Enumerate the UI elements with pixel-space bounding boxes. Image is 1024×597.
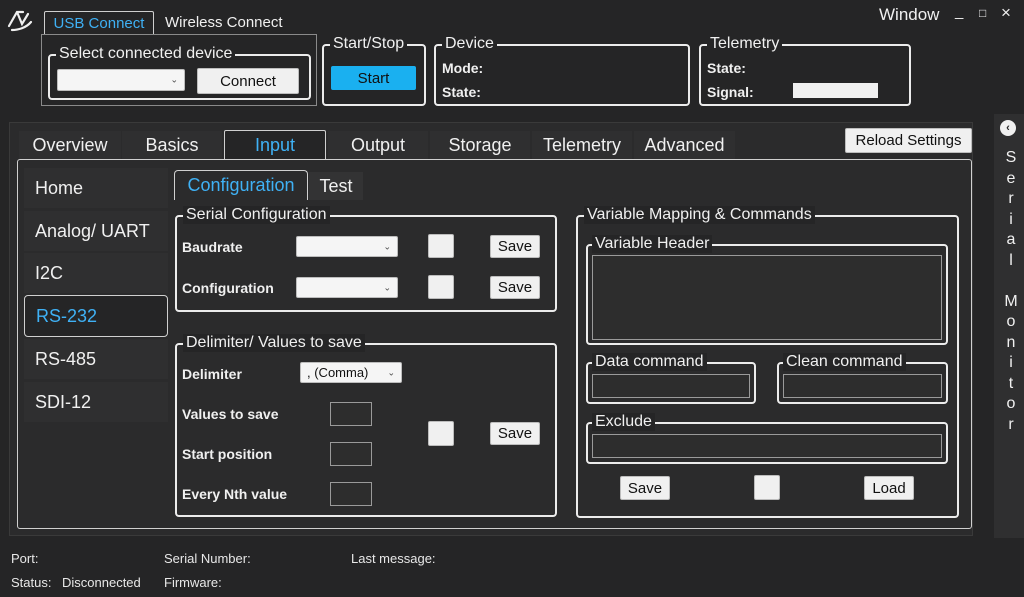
port-label: Port: [11,551,39,566]
tab-overview[interactable]: Overview [19,131,121,159]
configuration-label: Configuration [182,280,274,296]
start-button[interactable]: Start [331,66,416,90]
sidebar-item-home[interactable]: Home [24,168,168,208]
delimiter-select-value: , (Comma) [307,365,369,380]
tab-output[interactable]: Output [328,131,428,159]
variable-header-legend: Variable Header [592,235,713,253]
status-value: Disconnected [62,575,141,590]
start-position-label: Start position [182,446,273,462]
last-message-label: Last message: [351,551,436,566]
device-select[interactable]: ⌄ [57,69,185,91]
tab-configuration[interactable]: Configuration [174,170,308,200]
tab-usb-connect[interactable]: USB Connect [44,11,154,35]
telemetry-signal-label: Signal: [707,84,754,100]
data-command-legend: Data command [592,353,707,371]
serial-number-label: Serial Number: [164,551,251,566]
device-state-label: State: [442,84,481,100]
chevron-down-icon: ⌄ [170,74,178,85]
values-to-save-label: Values to save [182,406,279,422]
clean-command-legend: Clean command [783,353,906,371]
sidebar-item-rs232[interactable]: RS-232 [24,295,168,337]
app-logo-icon [7,10,33,32]
serial-monitor-letter: i [1009,354,1013,371]
delimiter-save-button[interactable]: Save [490,422,540,445]
mapping-indicator [754,475,780,500]
sidebar-item-i2c[interactable]: I2C [24,253,168,293]
serial-config-legend: Serial Configuration [183,206,330,224]
connect-button[interactable]: Connect [197,68,299,94]
configuration-select[interactable]: ⌄ [296,277,398,298]
delimiter-legend: Delimiter/ Values to save [183,334,365,352]
variable-header-input[interactable] [592,255,942,340]
serial-monitor-letter: a [1006,231,1016,248]
serial-monitor-letter: r [1008,190,1014,207]
tab-input[interactable]: Input [224,130,326,160]
maximize-button[interactable]: □ [979,6,986,20]
delimiter-select[interactable]: , (Comma) ⌄ [300,362,402,383]
serial-monitor-letter: n [1006,333,1016,351]
tab-telemetry[interactable]: Telemetry [532,131,632,159]
sidebar-item-sdi12[interactable]: SDI-12 [24,382,168,422]
telemetry-legend: Telemetry [707,35,783,53]
device-legend: Device [442,35,497,53]
signal-bar [793,83,878,98]
baudrate-save-button[interactable]: Save [490,235,540,258]
firmware-label: Firmware: [164,575,222,590]
baudrate-select[interactable]: ⌄ [296,236,398,257]
serial-monitor-letter: r [1008,415,1014,433]
telemetry-state-label: State: [707,60,746,76]
exclude-input[interactable] [592,434,942,458]
tab-wireless-connect[interactable]: Wireless Connect [165,14,283,31]
data-command-input[interactable] [592,374,750,398]
window-title: Window [879,5,940,24]
baudrate-indicator [428,234,454,258]
clean-command-input[interactable] [783,374,942,398]
delimiter-label: Delimiter [182,366,242,382]
reload-settings-button[interactable]: Reload Settings [845,128,972,153]
serial-monitor-letter: o [1006,313,1016,330]
status-label: Status: [11,575,52,590]
serial-monitor-letter: S [1005,149,1017,166]
every-nth-value-label: Every Nth value [182,486,288,502]
configuration-save-button[interactable]: Save [490,276,540,299]
serial-monitor-letter: e [1006,169,1016,187]
exclude-legend: Exclude [592,413,655,431]
tab-storage[interactable]: Storage [430,131,530,159]
configuration-indicator [428,275,454,299]
tab-basics[interactable]: Basics [122,131,222,159]
mapping-save-button[interactable]: Save [620,476,670,500]
sidebar-item-rs485[interactable]: RS-485 [24,339,168,379]
serial-monitor-letter: l [1009,251,1013,269]
start-position-input[interactable] [330,442,372,466]
values-to-save-input[interactable] [330,402,372,426]
baudrate-label: Baudrate [182,239,243,255]
delimiter-indicator [428,421,454,446]
variable-mapping-legend: Variable Mapping & Commands [584,206,815,224]
start-stop-legend: Start/Stop [330,35,408,53]
minimize-button[interactable]: _ [955,3,963,20]
collapse-arrow-icon[interactable]: ‹ [1000,120,1016,136]
chevron-down-icon: ⌄ [383,282,391,292]
close-button[interactable]: × [1001,3,1011,23]
serial-monitor-letter: i [1009,210,1013,228]
tab-advanced[interactable]: Advanced [634,131,735,159]
tab-test[interactable]: Test [309,172,363,200]
serial-monitor-label: Serial Monitor [1000,148,1022,435]
serial-monitor-letter: M [1004,292,1018,310]
sidebar-item-analog-uart[interactable]: Analog/ UART [24,211,168,251]
serial-monitor-letter: o [1006,395,1016,412]
chevron-down-icon: ⌄ [383,241,391,251]
mapping-load-button[interactable]: Load [864,476,914,500]
select-device-legend: Select connected device [56,45,236,63]
device-mode-label: Mode: [442,60,484,76]
serial-monitor-letter: t [1008,374,1014,392]
every-nth-value-input[interactable] [330,482,372,506]
chevron-down-icon: ⌄ [387,367,395,377]
